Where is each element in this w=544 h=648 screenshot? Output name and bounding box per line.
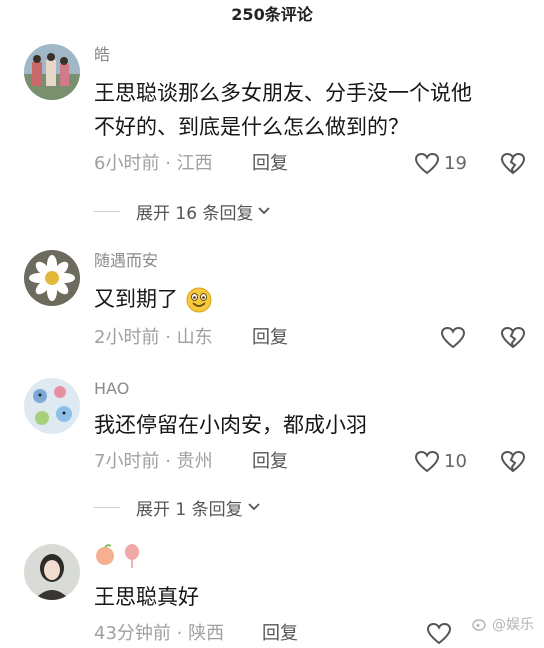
comment-meta: 43分钟前 · 陕西: [94, 622, 224, 646]
avatar[interactable]: [24, 544, 80, 600]
meta-separator: ·: [165, 327, 171, 348]
divider: [94, 210, 120, 212]
meta-separator: ·: [165, 451, 171, 472]
reply-button[interactable]: 回复: [262, 622, 298, 646]
dislike-button[interactable]: [500, 152, 526, 180]
comment-time: 6小时前: [94, 153, 160, 174]
reply-button[interactable]: 回复: [252, 152, 288, 176]
watermark-text: @娱乐: [492, 617, 534, 633]
comment-location: 江西: [176, 153, 213, 174]
comment-username[interactable]: 随遇而安: [94, 250, 158, 272]
reply-button[interactable]: 回复: [252, 326, 288, 350]
heart-outline-icon: [414, 450, 440, 473]
expand-replies-label: 展开 1 条回复: [136, 499, 243, 520]
reply-button[interactable]: 回复: [252, 450, 288, 474]
like-button[interactable]: 10: [414, 448, 467, 476]
meta-separator: ·: [165, 153, 171, 174]
avatar[interactable]: [24, 44, 80, 100]
like-count: 10: [444, 451, 467, 472]
comment-text-line: 又到期了: [94, 287, 178, 311]
comment-time: 2小时前: [94, 327, 160, 348]
avatar[interactable]: [24, 250, 80, 306]
heart-outline-icon: [426, 622, 452, 645]
peach-icon: [96, 544, 114, 565]
grinning-face-icon: [186, 287, 212, 313]
broken-heart-icon: [500, 450, 526, 473]
like-count: 19: [444, 153, 467, 174]
comment-meta: 6小时前 · 江西: [94, 152, 213, 176]
comment-location: 陕西: [188, 623, 225, 644]
comment-text-line: 王思聪真好: [94, 585, 199, 609]
comment-location: 贵州: [176, 451, 213, 472]
expand-replies-label: 展开 16 条回复: [136, 203, 254, 224]
like-button[interactable]: 19: [414, 150, 467, 178]
expand-replies[interactable]: 展开 16 条回复: [94, 199, 271, 224]
meta-separator: ·: [176, 623, 183, 644]
weibo-logo-icon: [472, 619, 486, 631]
divider: [94, 506, 120, 508]
comment-text-line: 王思聪谈那么多女朋友、分手没一个说他: [94, 81, 472, 105]
comment-time: 43分钟前: [94, 623, 171, 644]
comment-location: 山东: [176, 327, 213, 348]
comment-text: 我还停留在小肉安，都成小羽: [94, 408, 524, 442]
broken-heart-icon: [500, 152, 526, 175]
chevron-down-icon: [258, 207, 271, 215]
dislike-button[interactable]: [500, 450, 526, 478]
avatar[interactable]: [24, 378, 80, 434]
comment-username[interactable]: HAO: [94, 378, 129, 400]
comment-text: 王思聪真好: [94, 580, 524, 614]
chevron-down-icon: [247, 503, 260, 511]
comments-header: 250条评论: [231, 5, 313, 24]
comment-time: 7小时前: [94, 451, 160, 472]
expand-replies[interactable]: 展开 1 条回复: [94, 495, 261, 520]
comment-text: 又到期了: [94, 282, 524, 316]
heart-outline-icon: [414, 152, 440, 175]
comment-meta: 7小时前 · 贵州: [94, 450, 213, 474]
broken-heart-icon: [500, 326, 526, 349]
like-button[interactable]: [426, 620, 452, 648]
watermark: @娱乐: [472, 614, 534, 634]
comment-text: 王思聪谈那么多女朋友、分手没一个说他 不好的、到底是什么怎么做到的？: [94, 76, 524, 144]
comment-username[interactable]: 皓: [94, 44, 110, 66]
comment-meta: 2小时前 · 山东: [94, 326, 213, 350]
like-button[interactable]: [440, 324, 466, 352]
user-badges: [94, 544, 140, 568]
balloon-icon: [125, 544, 139, 568]
comment-text-line: 不好的、到底是什么怎么做到的？: [94, 115, 409, 139]
heart-outline-icon: [440, 326, 466, 349]
dislike-button[interactable]: [500, 326, 526, 354]
comment-text-line: 我还停留在小肉安，都成小羽: [94, 413, 367, 437]
